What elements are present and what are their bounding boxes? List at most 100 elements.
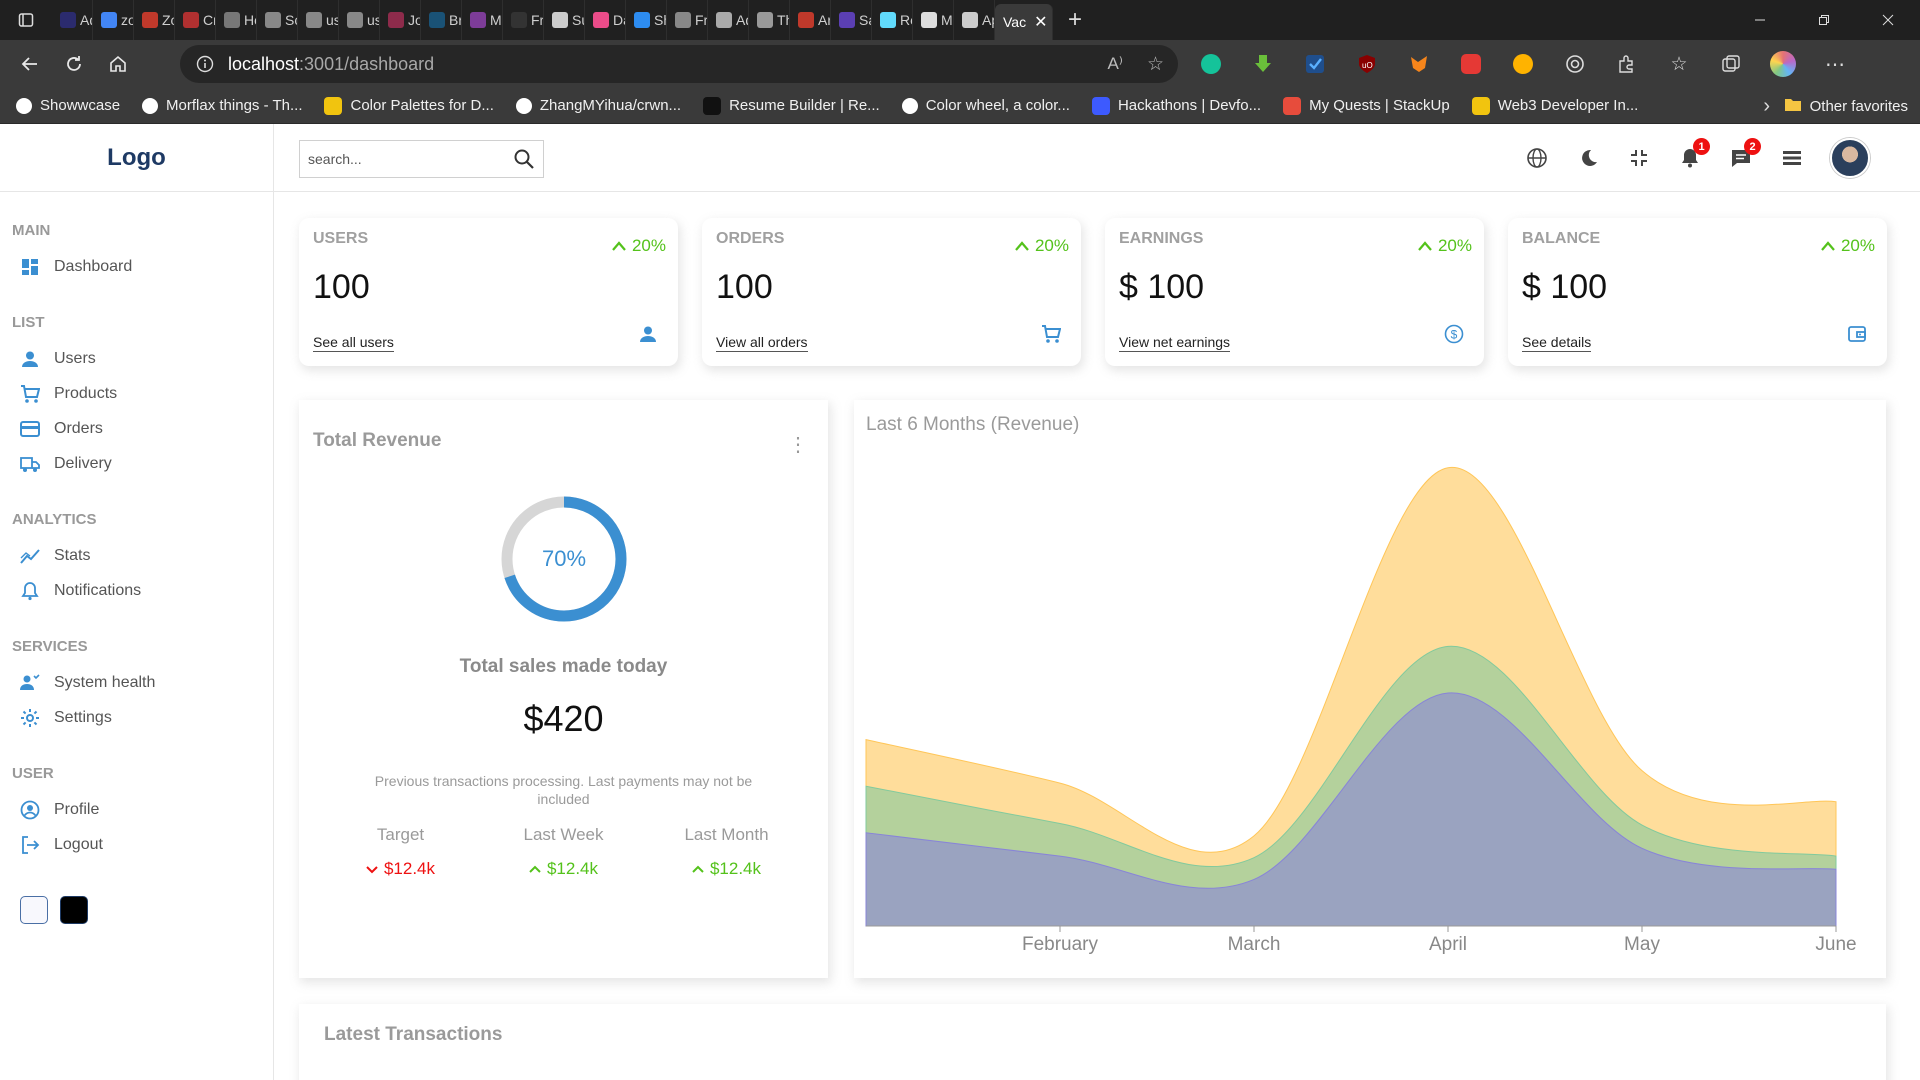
dark-mode-icon[interactable] bbox=[1575, 145, 1601, 171]
tab[interactable]: Re bbox=[872, 0, 913, 40]
tab[interactable]: Ap bbox=[954, 0, 995, 40]
extension-red-icon[interactable] bbox=[1456, 49, 1486, 79]
wallet-icon[interactable] bbox=[1843, 320, 1871, 348]
close-window-icon[interactable] bbox=[1856, 0, 1920, 40]
extension-target-icon[interactable] bbox=[1560, 49, 1590, 79]
download-extension-icon[interactable] bbox=[1248, 49, 1278, 79]
bookmark-item[interactable]: Morflax things - Th... bbox=[142, 97, 302, 114]
notifications-icon[interactable]: 1 bbox=[1677, 138, 1710, 171]
tab-actions-icon[interactable] bbox=[0, 0, 52, 40]
tab[interactable]: Fro bbox=[667, 0, 708, 40]
sidebar-item-label: Orders bbox=[54, 419, 103, 437]
dollar-icon[interactable]: $ bbox=[1440, 320, 1468, 348]
widget-link[interactable]: View net earnings bbox=[1119, 334, 1231, 352]
restore-icon[interactable] bbox=[1792, 0, 1856, 40]
tab[interactable]: Ma bbox=[462, 0, 503, 40]
sidebar-item-system-health[interactable]: System health bbox=[12, 665, 273, 700]
search-input[interactable] bbox=[308, 151, 513, 167]
bookmark-item[interactable]: Color wheel, a color... bbox=[901, 97, 1070, 114]
sidebar-item-profile[interactable]: Profile bbox=[12, 792, 273, 827]
light-theme-option[interactable] bbox=[20, 896, 48, 924]
collections-icon[interactable] bbox=[1716, 49, 1746, 79]
tab[interactable]: Ho bbox=[216, 0, 257, 40]
favorite-star-icon[interactable]: ☆ bbox=[1147, 53, 1164, 76]
sidebar-item-products[interactable]: Products bbox=[12, 376, 273, 411]
extension-yellow-icon[interactable] bbox=[1508, 49, 1538, 79]
extensions-icon[interactable] bbox=[1612, 49, 1642, 79]
refresh-icon[interactable] bbox=[52, 42, 96, 86]
tab[interactable]: use bbox=[339, 0, 380, 40]
favorites-icon[interactable]: ☆ bbox=[1664, 49, 1694, 79]
bookmark-item[interactable]: Color Palettes for D... bbox=[324, 96, 494, 115]
tab[interactable]: Ad bbox=[52, 0, 93, 40]
tab[interactable]: Cre bbox=[175, 0, 216, 40]
tab-title: Sar bbox=[859, 12, 871, 28]
site-info-icon[interactable] bbox=[196, 55, 214, 73]
widget-link[interactable]: See details bbox=[1522, 334, 1592, 352]
bookmark-item[interactable]: My Quests | StackUp bbox=[1283, 96, 1450, 115]
back-icon[interactable] bbox=[8, 42, 52, 86]
bookmark-item[interactable]: Resume Builder | Re... bbox=[703, 96, 880, 115]
widget-value: 100 bbox=[716, 268, 773, 306]
new-tab-button[interactable]: + bbox=[1053, 0, 1097, 40]
more-menu-icon[interactable]: ⋯ bbox=[1820, 49, 1850, 79]
tab[interactable]: Ad bbox=[708, 0, 749, 40]
metamask-icon[interactable] bbox=[1404, 49, 1434, 79]
sidebar-item-orders[interactable]: Orders bbox=[12, 411, 273, 446]
ublock-icon[interactable]: uO bbox=[1352, 49, 1382, 79]
search-icon[interactable] bbox=[513, 148, 535, 170]
logo[interactable]: Logo bbox=[107, 144, 166, 172]
language-icon[interactable] bbox=[1524, 145, 1550, 171]
list-menu-icon[interactable] bbox=[1779, 145, 1805, 171]
profile-avatar-icon[interactable] bbox=[1768, 49, 1798, 79]
tab[interactable]: Jos bbox=[380, 0, 421, 40]
user-icon[interactable] bbox=[634, 320, 662, 348]
sidebar-item-stats[interactable]: Stats bbox=[12, 538, 273, 573]
read-aloud-icon[interactable]: A⁾ bbox=[1107, 54, 1123, 74]
sidebar-item-label: Users bbox=[54, 349, 96, 367]
bookmark-item[interactable]: Hackathons | Devfo... bbox=[1091, 96, 1261, 115]
messages-icon[interactable]: 2 bbox=[1728, 138, 1761, 171]
sidebar-item-users[interactable]: Users bbox=[12, 341, 273, 376]
sidebar-item-logout[interactable]: Logout bbox=[12, 827, 273, 862]
widget-link[interactable]: View all orders bbox=[716, 334, 808, 352]
bookmark-item[interactable]: ZhangMYihua/crwn... bbox=[515, 97, 681, 114]
tab[interactable]: Sur bbox=[544, 0, 585, 40]
sidebar-item-delivery[interactable]: Delivery bbox=[12, 446, 273, 481]
user-icon bbox=[20, 349, 40, 369]
bookmark-item[interactable]: Showwcase bbox=[16, 97, 120, 114]
sidebar-item-settings[interactable]: Settings bbox=[12, 700, 273, 735]
grammarly-icon[interactable] bbox=[1196, 49, 1226, 79]
tab[interactable]: Da bbox=[585, 0, 626, 40]
avatar[interactable] bbox=[1830, 138, 1870, 178]
tab[interactable]: Brit bbox=[421, 0, 462, 40]
todo-icon[interactable] bbox=[1300, 49, 1330, 79]
bookmark-label: Color wheel, a color... bbox=[925, 97, 1070, 114]
bookmarks-overflow-icon[interactable]: › bbox=[1763, 88, 1770, 124]
fullscreen-exit-icon[interactable] bbox=[1626, 145, 1652, 171]
widget-link[interactable]: See all users bbox=[313, 334, 394, 352]
other-favorites[interactable]: Other favorites bbox=[1784, 88, 1908, 124]
more-vert-icon[interactable]: ⋮ bbox=[788, 432, 808, 457]
tab[interactable]: zoo bbox=[93, 0, 134, 40]
tab-close-icon[interactable]: ✕ bbox=[1034, 12, 1047, 32]
home-icon[interactable] bbox=[96, 42, 140, 86]
bookmark-item[interactable]: Web3 Developer In... bbox=[1471, 96, 1638, 115]
tab[interactable]: use bbox=[298, 0, 339, 40]
tab[interactable]: Fro bbox=[503, 0, 544, 40]
minimize-icon[interactable] bbox=[1728, 0, 1792, 40]
tab[interactable]: Mc bbox=[913, 0, 954, 40]
sidebar-item-dashboard[interactable]: Dashboard bbox=[12, 249, 273, 284]
tab-active[interactable]: Vac ✕ bbox=[995, 4, 1053, 40]
tab[interactable]: Sar bbox=[831, 0, 872, 40]
tab[interactable]: Art bbox=[790, 0, 831, 40]
tab[interactable]: The bbox=[749, 0, 790, 40]
tab[interactable]: Zo bbox=[134, 0, 175, 40]
sidebar-item-notifications[interactable]: Notifications bbox=[12, 573, 273, 608]
address-bar[interactable]: localhost:3001/dashboard A⁾ ☆ bbox=[180, 45, 1178, 83]
cart-icon[interactable] bbox=[1037, 320, 1065, 348]
app-icon bbox=[429, 12, 445, 28]
tab[interactable]: She bbox=[626, 0, 667, 40]
tab[interactable]: Scr bbox=[257, 0, 298, 40]
dark-theme-option[interactable] bbox=[60, 896, 88, 924]
